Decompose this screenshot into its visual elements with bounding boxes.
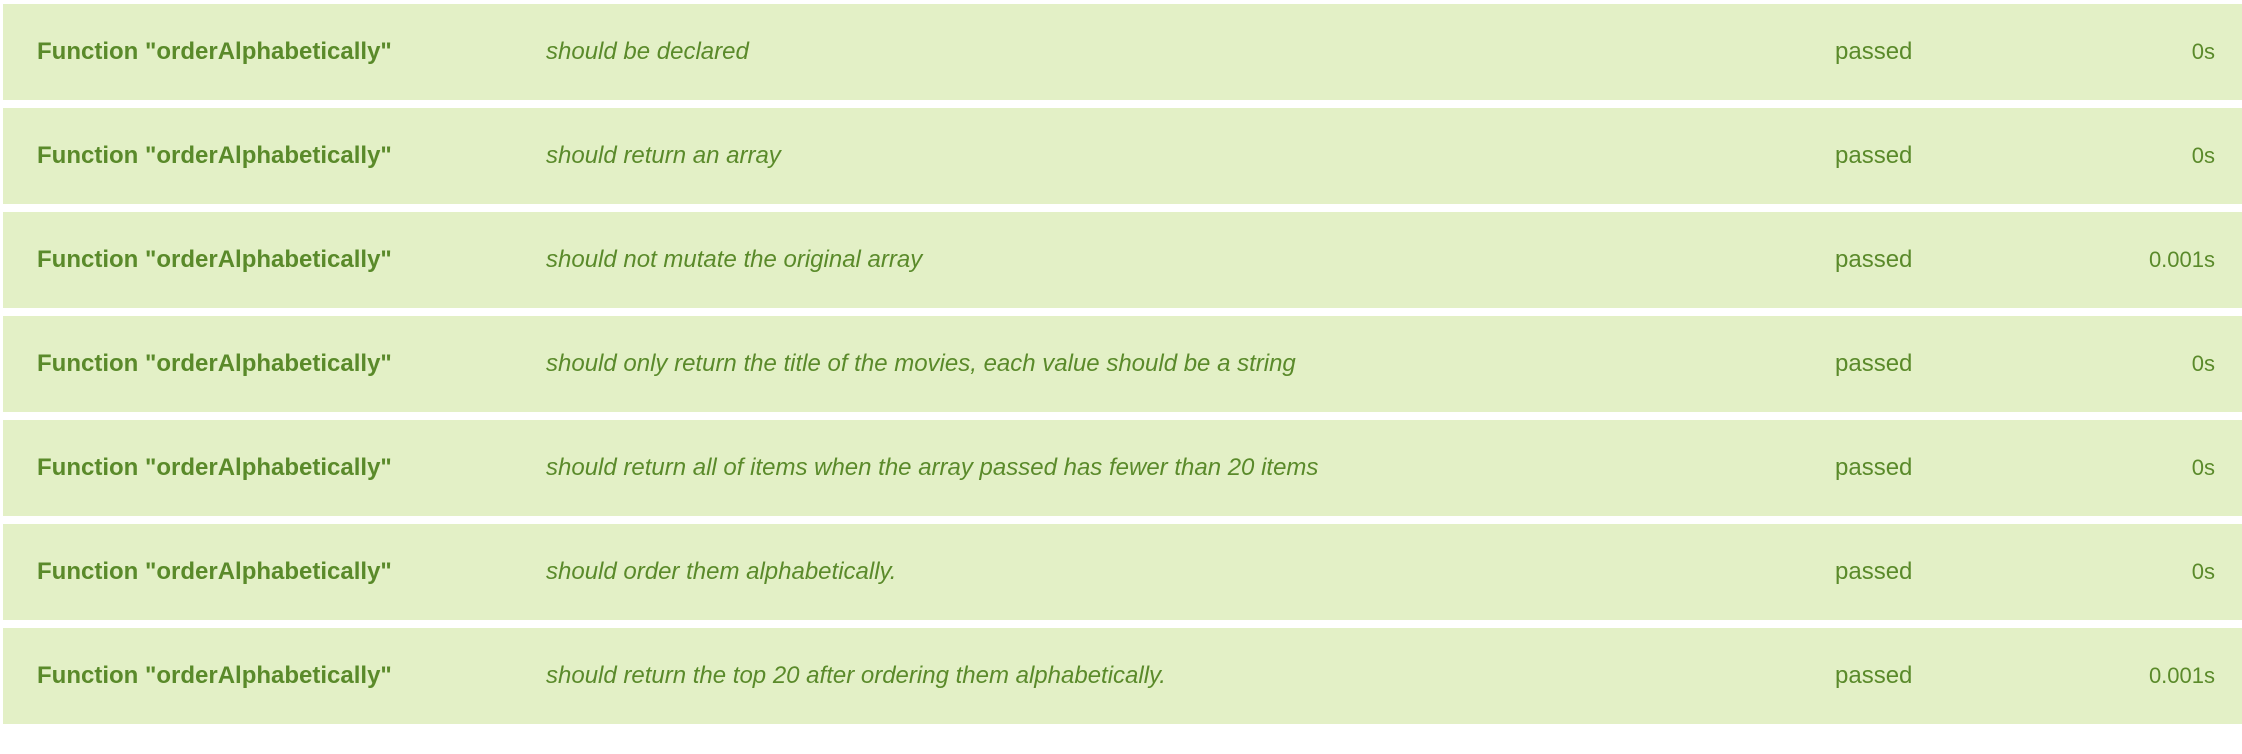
suite-name: Function "orderAlphabetically" <box>37 558 392 585</box>
test-description: should be declared <box>546 38 749 65</box>
test-description: should return the top 20 after ordering … <box>546 662 1166 689</box>
test-duration: 0s <box>2191 143 2215 168</box>
test-duration: 0.001s <box>2148 663 2215 688</box>
suite-name: Function "orderAlphabetically" <box>37 350 392 377</box>
test-status: passed <box>1835 558 1913 585</box>
suite-name: Function "orderAlphabetically" <box>37 246 392 273</box>
test-description: should return an array <box>546 142 781 169</box>
test-description: should order them alphabetically. <box>546 558 897 585</box>
test-duration: 0s <box>2191 351 2215 376</box>
suite-name: Function "orderAlphabetically" <box>37 454 392 481</box>
test-status: passed <box>1835 350 1913 377</box>
test-result-row: Function "orderAlphabetically" should on… <box>3 316 2242 412</box>
test-status: passed <box>1835 38 1913 65</box>
test-duration: 0s <box>2191 39 2215 64</box>
test-results-list: Function "orderAlphabetically" should be… <box>3 4 2242 732</box>
test-duration: 0s <box>2191 559 2215 584</box>
test-status: passed <box>1835 454 1913 481</box>
suite-name: Function "orderAlphabetically" <box>37 662 392 689</box>
test-result-row: Function "orderAlphabetically" should re… <box>3 420 2242 516</box>
test-result-row: Function "orderAlphabetically" should re… <box>3 628 2242 724</box>
test-duration: 0.001s <box>2148 247 2215 272</box>
test-result-row: Function "orderAlphabetically" should no… <box>3 212 2242 308</box>
test-duration: 0s <box>2191 455 2215 480</box>
test-result-row: Function "orderAlphabetically" should be… <box>3 4 2242 100</box>
suite-name: Function "orderAlphabetically" <box>37 38 392 65</box>
test-status: passed <box>1835 662 1913 689</box>
test-status: passed <box>1835 142 1913 169</box>
test-result-row: Function "orderAlphabetically" should re… <box>3 108 2242 204</box>
test-result-row: Function "orderAlphabetically" should or… <box>3 524 2242 620</box>
test-description: should not mutate the original array <box>546 246 923 273</box>
suite-name: Function "orderAlphabetically" <box>37 142 392 169</box>
test-description: should return all of items when the arra… <box>546 454 1319 481</box>
test-status: passed <box>1835 246 1913 273</box>
test-description: should only return the title of the movi… <box>546 350 1296 377</box>
